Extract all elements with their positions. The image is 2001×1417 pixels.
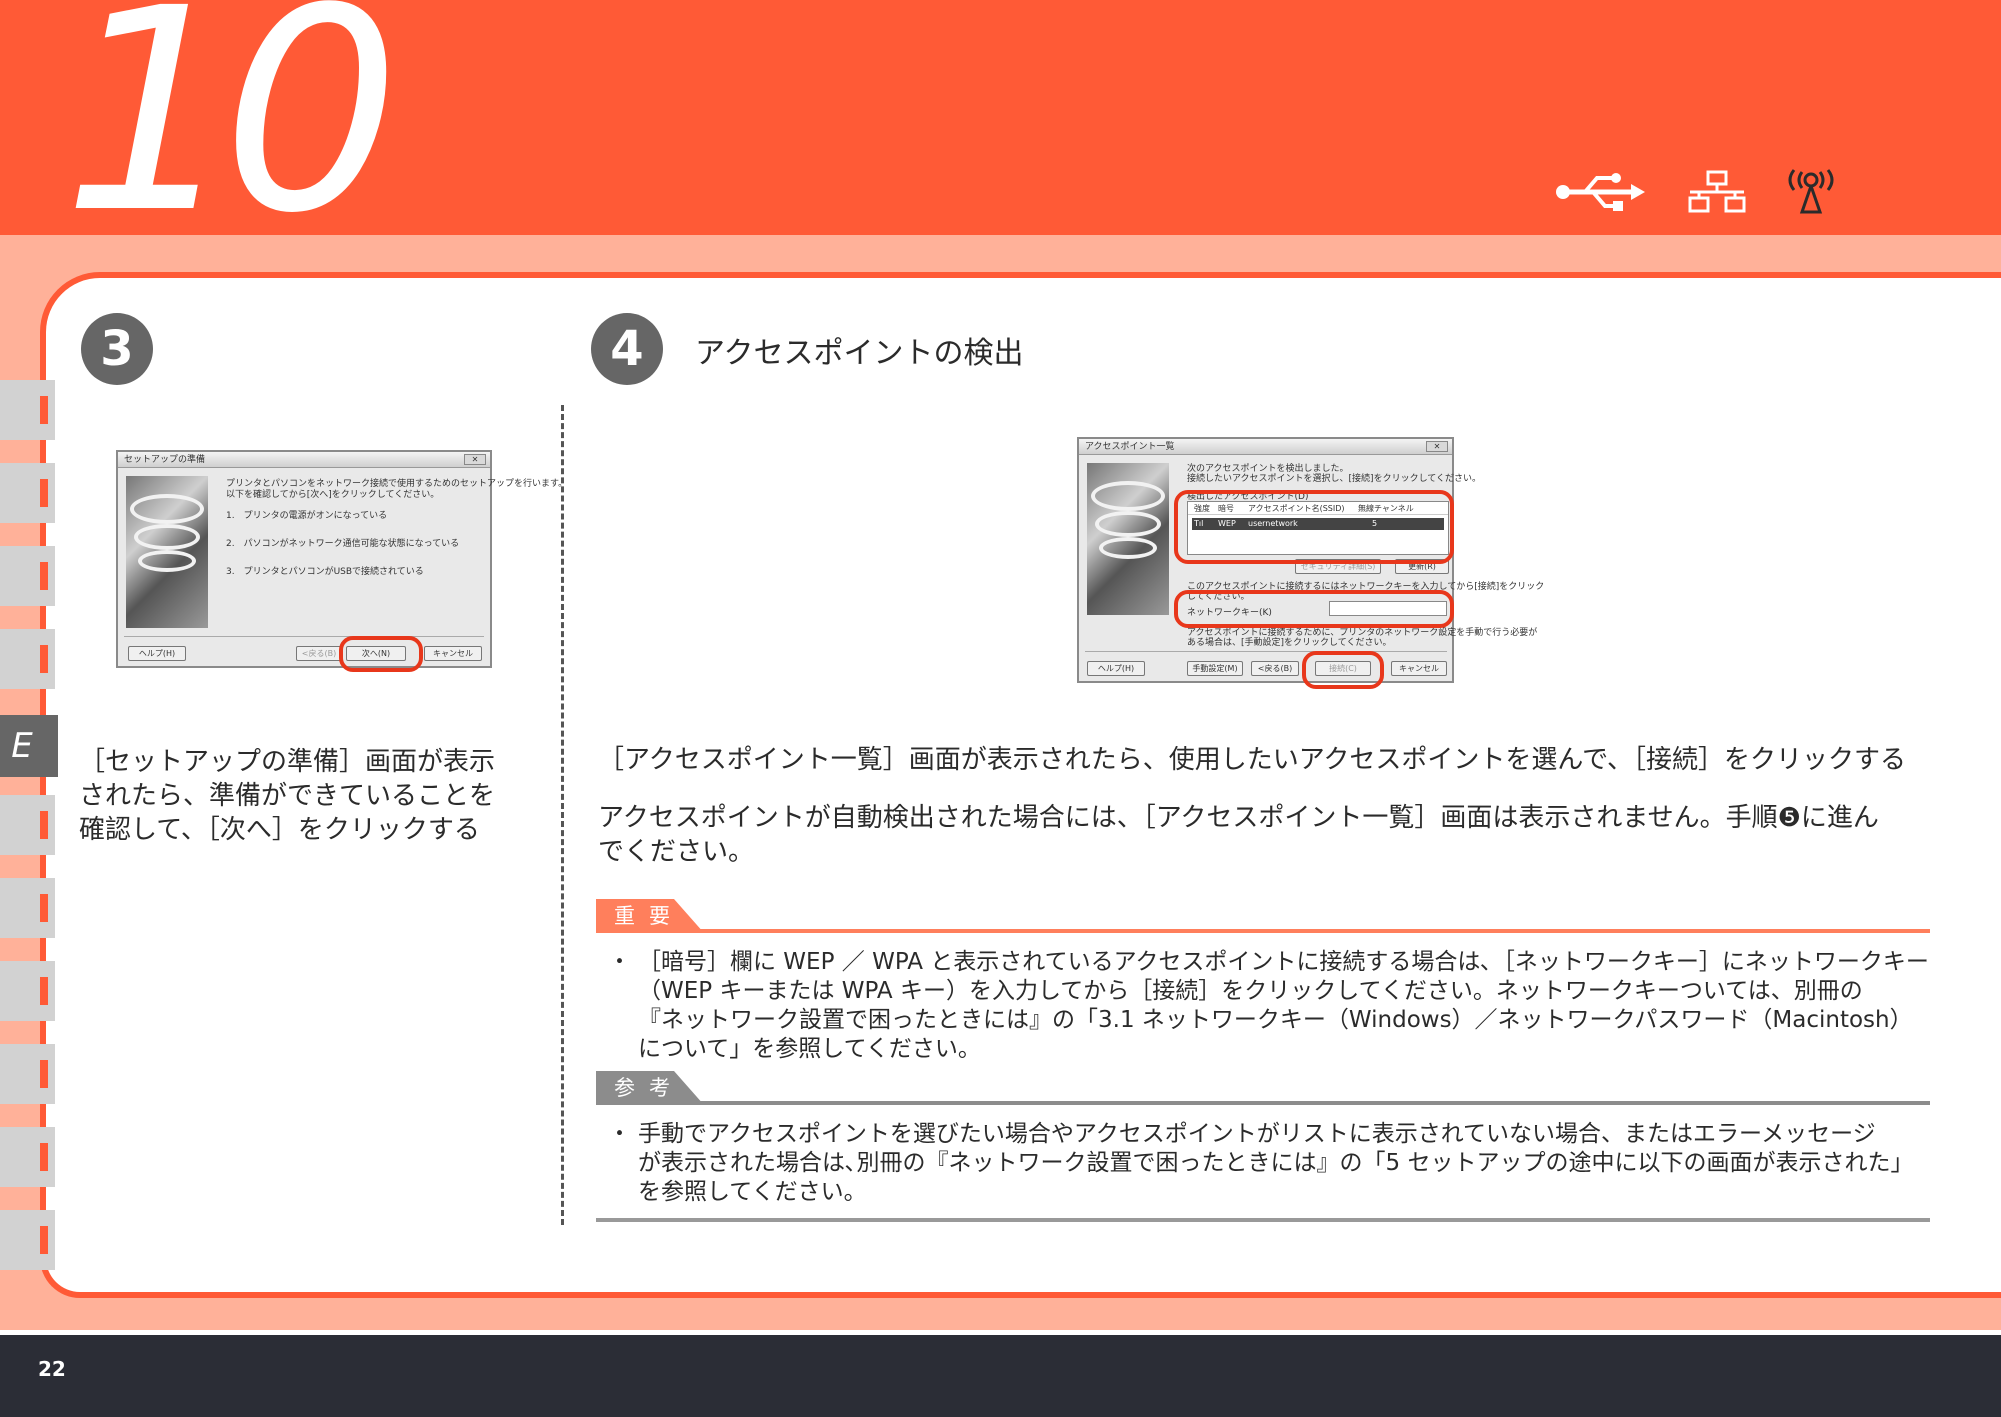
section-letter: E: [11, 726, 33, 766]
section-end-rule: [596, 1218, 1930, 1222]
dialog-intro-2: 接続したいアクセスポイントを選択し、[接続]をクリックしてください。: [1187, 474, 1482, 484]
important-rule: [700, 929, 1930, 933]
page-number: 22: [38, 1357, 66, 1381]
next-button-highlight: [339, 636, 423, 672]
checklist-item: 3. プリンタとパソコンがUSBで接続されている: [226, 567, 424, 577]
side-tab: [0, 546, 58, 606]
side-tab: [0, 1127, 58, 1187]
printer-illustration: [126, 476, 208, 628]
manual-setup-button[interactable]: 手動設定(M): [1187, 661, 1243, 676]
wireless-lan-icon: [1788, 169, 1834, 214]
side-tab: [0, 1044, 58, 1104]
chapter-header: 10: [0, 0, 2001, 252]
network-key-highlight: [1174, 590, 1454, 628]
wired-lan-icon: [1688, 170, 1746, 213]
back-button[interactable]: <戻る(B): [296, 646, 342, 661]
step-3-number: 3: [81, 313, 153, 385]
access-point-list-highlight: [1174, 490, 1454, 564]
checklist-item: 2. パソコンがネットワーク通信可能な状態になっている: [226, 539, 460, 549]
help-button[interactable]: ヘルプ(H): [128, 646, 186, 661]
back-button[interactable]: <戻る(B): [1251, 661, 1299, 676]
usb-icon: [1556, 173, 1645, 211]
dialog-title: セットアップの準備: [118, 452, 490, 468]
side-tab: [0, 380, 58, 440]
important-label: 重要: [614, 904, 684, 928]
auto-detect-note: アクセスポイントが自動検出された場合には、［アクセスポイント一覧］画面は表示され…: [598, 803, 1879, 867]
side-tab: [0, 795, 58, 855]
step-4-title: アクセスポイントの検出: [695, 336, 1024, 371]
reference-rule: [700, 1101, 1930, 1105]
chapter-number: 10: [62, 0, 400, 275]
side-tab: [0, 629, 58, 689]
section-letter-tab: E: [0, 715, 58, 777]
dialog-title: アクセスポイント一覧: [1079, 439, 1452, 455]
close-button[interactable]: ✕: [464, 454, 486, 465]
connect-button-highlight: [1302, 651, 1384, 689]
dialog-intro-2: 以下を確認してから[次へ]をクリックしてください。: [226, 490, 440, 500]
manual-note-2: ある場合は、[手動設定]をクリックしてください。: [1187, 638, 1392, 648]
side-tab: [0, 878, 58, 938]
help-button[interactable]: ヘルプ(H): [1087, 661, 1145, 676]
reference-note: ・ 手動でアクセスポイントを選びたい場合やアクセスポイントがリストに表示されてい…: [608, 1121, 1914, 1205]
close-button[interactable]: ✕: [1426, 441, 1448, 452]
step-3-instruction: ［セットアップの準備］画面が表示 されたら、準備ができていることを 確認して、［…: [79, 747, 496, 845]
setup-prep-dialog: セットアップの準備 ✕ プリンタとパソコンをネットワーク接続で使用するためのセッ…: [116, 450, 567, 668]
step-4-number: 4: [591, 313, 663, 385]
side-tab: [0, 961, 58, 1021]
cancel-button[interactable]: キャンセル: [424, 646, 482, 661]
step-4-instruction: ［アクセスポイント一覧］画面が表示されたら、使用したいアクセスポイントを選んで、…: [598, 745, 1907, 775]
important-note: ・ ［暗号］欄に WEP ／ WPA と表示されているアクセスポイントに接続する…: [608, 949, 1929, 1062]
reference-label: 参考: [614, 1076, 684, 1100]
side-tab: [0, 463, 58, 523]
column-divider: [561, 405, 564, 1225]
cancel-button[interactable]: キャンセル: [1391, 661, 1447, 676]
checklist-item: 1. プリンタの電源がオンになっている: [226, 511, 388, 521]
printer-illustration: [1087, 463, 1169, 615]
side-tab: [0, 1210, 58, 1270]
page-footer: 22: [0, 1335, 2001, 1417]
